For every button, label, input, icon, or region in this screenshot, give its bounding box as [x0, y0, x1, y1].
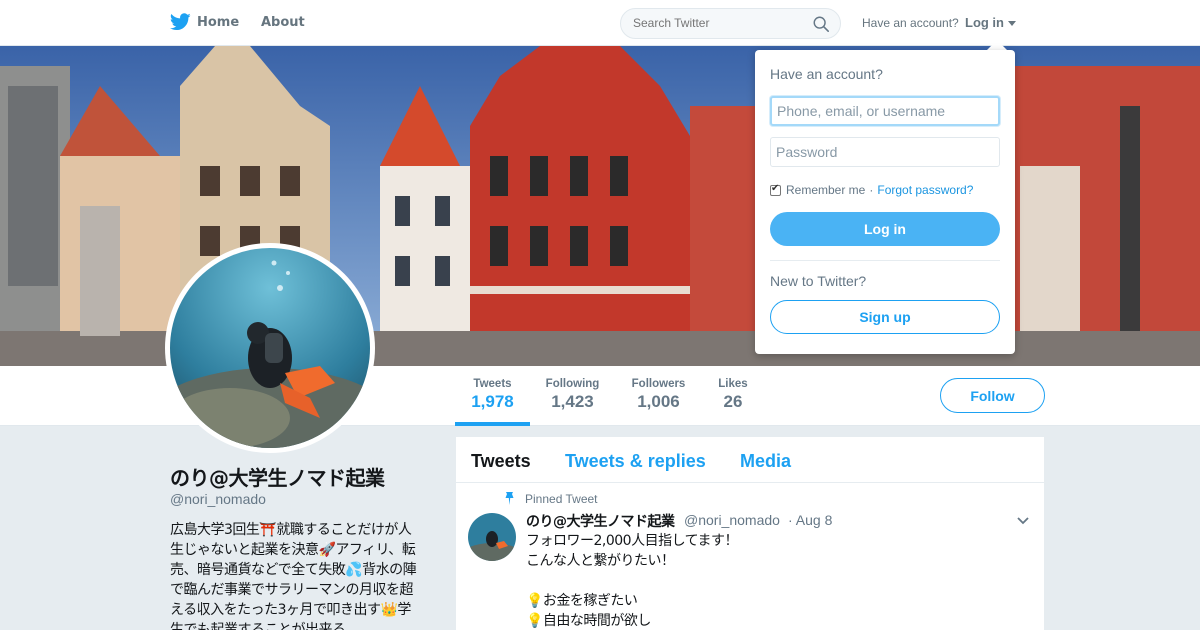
pin-icon	[505, 492, 514, 505]
bio-line: 売、暗号通貨などで全て失敗💦背水の陣	[170, 562, 417, 578]
bio-line: で臨んだ事業でサラリーマンの月収を超	[170, 582, 414, 598]
tweet-line: 💡自由な時間が欲し	[526, 613, 651, 629]
tab-media[interactable]: Media	[740, 451, 791, 472]
bio-line: 生じゃないと起業を決意🚀アフィリ、転	[170, 542, 416, 558]
tweet-author-name[interactable]: のり@大学生ノマド起業	[526, 511, 675, 531]
new-to-twitter-text: New to Twitter?	[770, 273, 867, 289]
follow-button[interactable]: Follow	[940, 378, 1045, 413]
twitter-bird-icon[interactable]	[170, 13, 191, 31]
bio-line: 生でも起業することが出来る	[170, 622, 346, 630]
stat-likes-label: Likes	[718, 378, 748, 390]
profile-handle: @nori_nomado	[170, 491, 266, 507]
nav-home-link[interactable]: Home	[197, 15, 239, 30]
login-menu-link[interactable]: Log in	[965, 15, 1004, 30]
remember-me-checkbox[interactable]	[770, 183, 781, 196]
stat-followers-value: 1,006	[637, 392, 680, 411]
search-input[interactable]	[633, 16, 803, 30]
stat-following-label: Following	[545, 378, 600, 390]
password-field[interactable]	[770, 137, 1000, 167]
bio-line: 広島大学3回生⛩️就職することだけが人	[170, 522, 412, 538]
stat-following[interactable]: Following 1,423	[540, 366, 605, 426]
tweet-line: フォロワー2,000人目指してます！	[526, 533, 738, 549]
stat-followers[interactable]: Followers 1,006	[625, 366, 692, 426]
search-box[interactable]	[620, 8, 841, 39]
tweet-line: 💡お金を稼ぎたい	[526, 593, 638, 609]
tweet-line: こんな人と繋がりたい！	[526, 553, 675, 569]
tweet-date[interactable]: · Aug 8	[788, 512, 832, 528]
timeline: Tweets Tweets & replies Media Pinned Twe…	[456, 437, 1044, 630]
dropdown-heading: Have an account?	[770, 66, 883, 82]
profile-avatar-frame	[165, 243, 375, 453]
chevron-down-icon[interactable]	[1016, 514, 1030, 528]
search-icon[interactable]	[812, 15, 830, 33]
signup-button[interactable]: Sign up	[770, 300, 1000, 334]
tab-tweets-replies[interactable]: Tweets & replies	[565, 451, 706, 472]
have-account-text: Have an account?	[862, 16, 959, 30]
remember-me-row: Remember me · Forgot password?	[770, 183, 973, 197]
username-field[interactable]	[770, 96, 1000, 126]
stat-tweets[interactable]: Tweets 1,978	[455, 366, 530, 426]
tweet-author-handle[interactable]: @nori_nomado	[684, 512, 780, 528]
stat-followers-label: Followers	[631, 378, 686, 390]
stat-tweets-value: 1,978	[471, 392, 514, 411]
profile-name: のり@大学生ノマド起業	[170, 466, 385, 490]
profile-bio: 広島大学3回生⛩️就職することだけが人 生じゃないと起業を決意🚀アフィリ、転 売…	[170, 520, 432, 630]
stat-tweets-label: Tweets	[473, 378, 512, 390]
separator-dot: ·	[869, 183, 874, 197]
stat-likes-value: 26	[723, 392, 743, 411]
remember-me-label[interactable]: Remember me	[786, 183, 865, 197]
login-button[interactable]: Log in	[770, 212, 1000, 246]
stat-likes[interactable]: Likes 26	[712, 366, 754, 426]
tweet-line	[526, 571, 1026, 591]
forgot-password-link[interactable]: Forgot password?	[877, 183, 973, 197]
top-navigation-bar: Home About Have an account? Log in	[0, 0, 1200, 46]
pinned-tweet-label: Pinned Tweet	[525, 492, 598, 506]
tweet-avatar[interactable]	[468, 513, 516, 561]
avatar[interactable]	[170, 248, 370, 448]
nav-about-link[interactable]: About	[261, 15, 305, 30]
dropdown-caret	[987, 40, 1007, 50]
tab-tweets[interactable]: Tweets	[471, 451, 531, 472]
timeline-tabs: Tweets Tweets & replies Media	[456, 437, 1044, 483]
stat-following-value: 1,423	[551, 392, 594, 411]
divider	[770, 260, 1000, 261]
tweet-text: フォロワー2,000人目指してます！ こんな人と繋がりたい！ 💡お金を稼ぎたい …	[526, 531, 1026, 630]
login-dropdown: Have an account? Remember me · Forgot pa…	[755, 50, 1015, 354]
bio-line: える収入をたった3ヶ月で叩き出す👑学	[170, 602, 411, 618]
chevron-down-icon[interactable]	[1008, 21, 1016, 26]
